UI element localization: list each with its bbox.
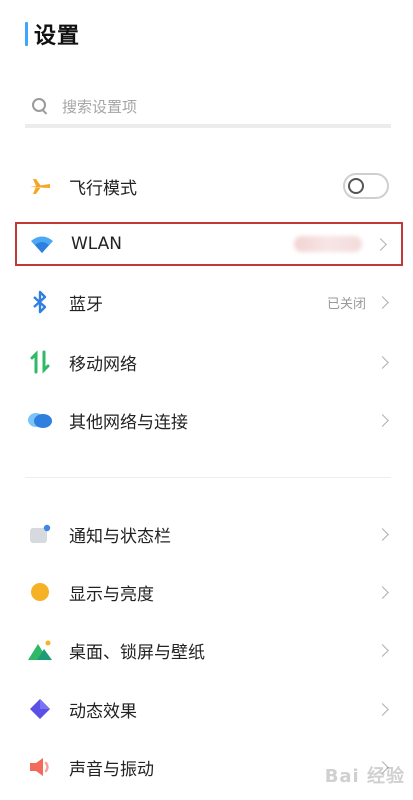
page-header: 设置 (25, 20, 81, 49)
notification-icon (27, 521, 53, 547)
animation-icon (27, 696, 53, 722)
brightness-icon (27, 579, 53, 605)
settings-item-label: 桌面、锁屏与壁纸 (69, 642, 205, 663)
chevron-right-icon (376, 295, 389, 309)
chevron-right-icon (376, 355, 389, 369)
wallpaper-icon (27, 637, 53, 663)
search-bar[interactable]: 搜索设置项 (25, 88, 391, 128)
cloud-icon (27, 407, 53, 433)
speaker-icon (27, 754, 53, 780)
airplane-icon (27, 173, 53, 199)
chevron-right-icon (376, 413, 389, 427)
settings-item-other-networks[interactable]: 其他网络与连接 (15, 398, 403, 442)
settings-item-wallpaper[interactable]: 桌面、锁屏与壁纸 (15, 628, 403, 672)
title-accent-bar (25, 22, 28, 46)
connected-network-name (294, 236, 362, 252)
settings-item-airplane-mode[interactable]: 飞行模式 (15, 164, 403, 208)
bluetooth-status: 已关闭 (326, 296, 366, 312)
page-title: 设置 (34, 24, 81, 49)
settings-item-bluetooth[interactable]: 蓝牙 已关闭 (15, 280, 403, 324)
settings-item-mobile-network[interactable]: 移动网络 (15, 340, 403, 384)
settings-item-label: 动态效果 (69, 701, 137, 722)
settings-item-label: 通知与状态栏 (69, 526, 171, 547)
settings-item-label: 其他网络与连接 (69, 412, 188, 433)
settings-item-display[interactable]: 显示与亮度 (15, 570, 403, 614)
settings-item-label: 蓝牙 (69, 294, 103, 315)
chevron-right-icon (376, 643, 389, 657)
chevron-right-icon (376, 527, 389, 541)
search-icon (32, 98, 48, 114)
baidu-watermark: Bai 经验 (324, 766, 405, 787)
airplane-mode-toggle[interactable] (343, 173, 389, 199)
chevron-right-icon (376, 585, 389, 599)
search-input[interactable]: 搜索设置项 (62, 96, 137, 117)
chevron-right-icon (376, 702, 389, 716)
mobile-data-icon (27, 349, 53, 375)
settings-item-label: 移动网络 (69, 354, 137, 375)
settings-item-wlan[interactable]: WLAN (15, 222, 403, 266)
settings-item-label: 飞行模式 (69, 178, 137, 199)
section-divider (25, 477, 391, 478)
bluetooth-icon (27, 289, 53, 315)
settings-item-notifications[interactable]: 通知与状态栏 (15, 512, 403, 556)
settings-item-animation[interactable]: 动态效果 (15, 687, 403, 731)
wifi-icon (29, 231, 55, 257)
chevron-right-icon (374, 237, 387, 251)
settings-item-label: 显示与亮度 (69, 584, 154, 605)
settings-item-label: WLAN (71, 234, 123, 254)
